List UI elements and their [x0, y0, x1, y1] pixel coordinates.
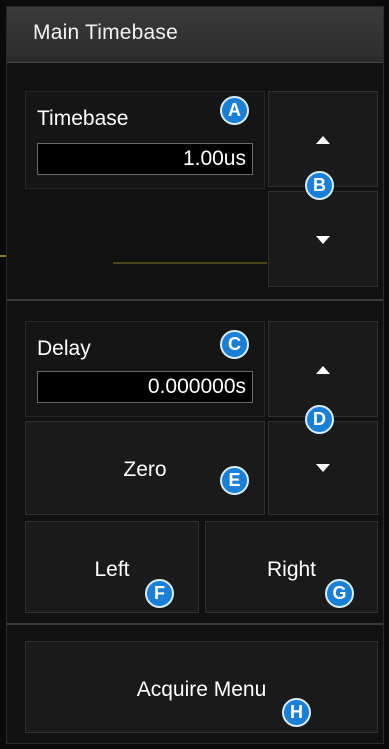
panel-title: Main Timebase: [33, 21, 178, 44]
callout-g: G: [325, 579, 354, 608]
down-arrow-icon: [316, 464, 330, 472]
callout-h: H: [282, 698, 311, 727]
left-button[interactable]: Left: [25, 521, 199, 613]
timebase-decrease-button[interactable]: [268, 191, 378, 287]
callout-b: B: [305, 171, 334, 200]
delay-decrease-button[interactable]: [268, 421, 378, 515]
up-arrow-icon: [316, 366, 330, 374]
up-arrow-icon: [316, 136, 330, 144]
callout-e: E: [220, 466, 249, 495]
right-button-label: Right: [266, 558, 317, 581]
timebase-value-field[interactable]: 1.00us: [37, 143, 253, 175]
timebase-label: Timebase: [37, 107, 129, 130]
acquire-menu-button[interactable]: Acquire Menu: [25, 641, 378, 733]
section-divider: [7, 299, 383, 301]
main-timebase-panel: Main Timebase Timebase 1.00us Delay 0.00…: [6, 6, 384, 744]
delay-label: Delay: [37, 337, 91, 360]
delay-increase-button[interactable]: [268, 321, 378, 417]
waveform-trace-faint: [113, 262, 267, 264]
down-arrow-icon: [316, 236, 330, 244]
left-button-label: Left: [94, 558, 130, 581]
delay-value-field[interactable]: 0.000000s: [37, 371, 253, 403]
acquire-menu-button-label: Acquire Menu: [136, 678, 267, 701]
callout-f: F: [145, 579, 174, 608]
callout-a: A: [220, 96, 249, 125]
section-divider: [7, 623, 383, 625]
callout-c: C: [220, 330, 249, 359]
panel-title-bar: Main Timebase: [7, 7, 383, 63]
callout-d: D: [305, 405, 334, 434]
